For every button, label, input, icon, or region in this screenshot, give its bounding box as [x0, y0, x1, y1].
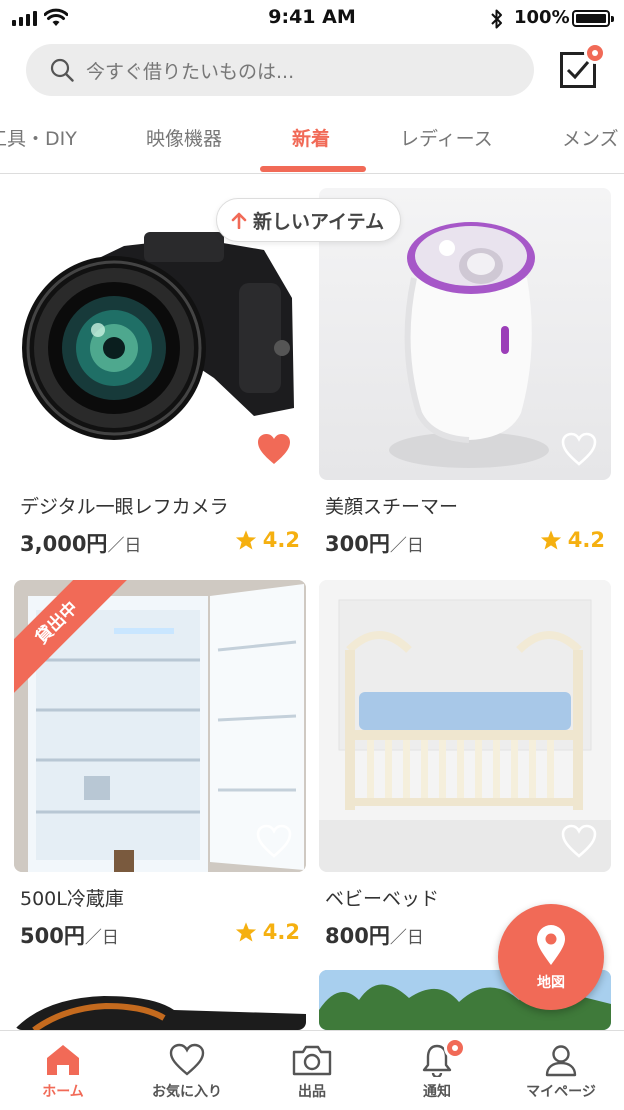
item-card[interactable]: ベビーベッド 800円／日 — [319, 580, 611, 948]
item-price: 500円 — [20, 924, 85, 948]
tab-ladies[interactable]: レディース — [400, 124, 493, 151]
item-price: 800円 — [325, 924, 390, 948]
checklist-badge — [584, 42, 606, 64]
rating-value: 4.2 — [262, 528, 300, 552]
rating-value: 4.2 — [567, 528, 605, 552]
rented-out-badge: 貸出中 — [14, 580, 131, 697]
search-placeholder: 今すぐ借りたいものは... — [86, 60, 295, 83]
rating-value: 4.2 — [262, 920, 300, 944]
star-icon — [235, 530, 256, 550]
item-rating: 4.2 — [540, 528, 605, 552]
item-image — [319, 580, 611, 872]
item-title: 500L冷蔵庫 — [20, 888, 124, 910]
item-image: 貸出中 — [14, 580, 306, 872]
favorite-heart-icon[interactable] — [256, 432, 292, 466]
nav-home-label: ホーム — [42, 1084, 84, 1100]
battery-percentage: 100% — [514, 7, 570, 28]
heart-icon — [169, 1043, 205, 1076]
map-pin-icon — [537, 925, 565, 965]
arrow-up-icon — [231, 212, 247, 229]
item-rating: 4.2 — [235, 920, 300, 944]
bluetooth-icon — [491, 9, 502, 29]
search-bar[interactable]: 今すぐ借りたいものは... — [26, 44, 534, 96]
item-price: 300円 — [325, 532, 390, 556]
new-items-label: 新しいアイテム — [253, 210, 385, 233]
notification-badge — [444, 1037, 466, 1059]
price-unit: ／日 — [389, 536, 424, 556]
price-unit: ／日 — [389, 928, 424, 948]
item-card[interactable]: 貸出中 500L冷蔵庫 500円／日 4.2 — [14, 580, 306, 948]
star-icon — [540, 530, 561, 550]
tab-tools-diy[interactable]: 工具・DIY — [0, 124, 77, 151]
nav-notifications[interactable]: 通知 — [382, 1037, 492, 1101]
price-unit: ／日 — [107, 536, 142, 556]
rented-out-ribbon: 貸出中 — [14, 580, 134, 700]
item-title: デジタル一眼レフカメラ — [20, 496, 229, 518]
nav-mypage-label: マイページ — [526, 1084, 596, 1100]
star-icon — [235, 922, 256, 942]
map-button[interactable]: 地図 — [498, 904, 604, 1010]
nav-notifications-label: 通知 — [423, 1084, 451, 1100]
item-title: ベビーベッド — [325, 888, 440, 910]
item-rating: 4.2 — [235, 528, 300, 552]
guitar-photo — [14, 996, 306, 1030]
new-items-pill[interactable]: 新しいアイテム — [216, 198, 402, 242]
category-tabs: 工具・DIY 映像機器 新着 レディース メンズ — [0, 108, 624, 174]
tab-video-equipment[interactable]: 映像機器 — [146, 124, 222, 151]
battery-icon — [572, 10, 614, 27]
price-unit: ／日 — [84, 928, 119, 948]
item-card[interactable] — [14, 970, 306, 1030]
item-title: 美顔スチーマー — [325, 496, 459, 518]
nav-mypage[interactable]: マイページ — [506, 1043, 616, 1101]
price-row: 500円／日 4.2 — [20, 920, 300, 948]
favorite-heart-icon[interactable] — [256, 824, 292, 858]
active-tab-indicator — [260, 166, 366, 172]
price-row: 300円／日 4.2 — [325, 528, 605, 556]
search-icon — [50, 58, 74, 82]
map-button-label: 地図 — [537, 975, 565, 991]
checklist-button[interactable] — [560, 42, 606, 88]
status-bar: 9:41 AM 100% — [0, 0, 624, 36]
person-icon — [545, 1045, 577, 1077]
price-row: 3,000円／日 4.2 — [20, 528, 300, 556]
tab-new[interactable]: 新着 — [292, 124, 330, 151]
tab-mens[interactable]: メンズ — [562, 124, 619, 151]
item-image — [14, 970, 306, 1030]
nav-favorites-label: お気に入り — [152, 1084, 222, 1100]
favorite-heart-icon[interactable] — [561, 824, 597, 858]
nav-listing-label: 出品 — [298, 1084, 326, 1100]
home-icon — [47, 1045, 79, 1075]
favorite-heart-icon[interactable] — [561, 432, 597, 466]
nav-listing[interactable]: 出品 — [257, 1043, 367, 1101]
bottom-navigation: ホーム お気に入り 出品 通知 マイページ — [0, 1030, 624, 1110]
nav-favorites[interactable]: お気に入り — [132, 1043, 242, 1101]
camera-icon — [292, 1045, 332, 1076]
nav-home[interactable]: ホーム — [8, 1043, 118, 1101]
item-price: 3,000円 — [20, 532, 108, 556]
